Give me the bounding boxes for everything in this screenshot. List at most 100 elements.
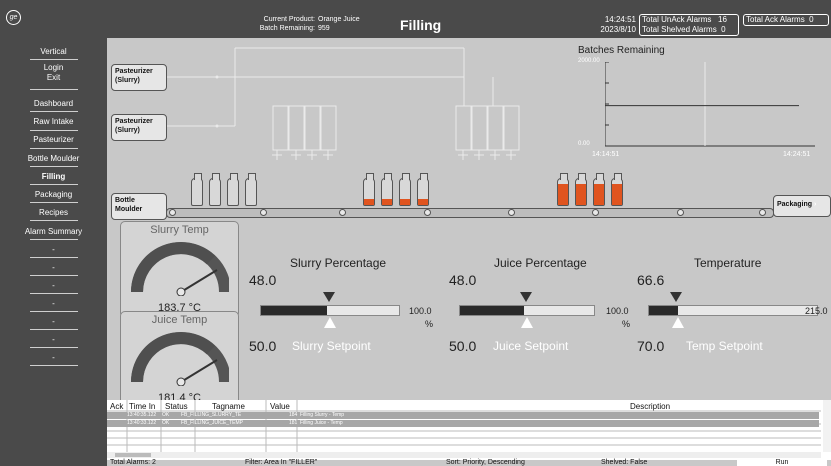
sidebar-item-raw-intake[interactable]: Raw Intake bbox=[0, 117, 107, 126]
bar-max: 100.0 bbox=[409, 306, 432, 316]
sidebar-item-placeholder[interactable]: - bbox=[0, 281, 107, 290]
setpoint-value: 70.0 bbox=[637, 338, 665, 354]
bar-title: Juice Percentage bbox=[494, 256, 587, 270]
ack-alarms-count: 0 bbox=[809, 15, 814, 24]
total-alarms: Total Alarms: 2 bbox=[110, 459, 156, 466]
setpoint-label[interactable]: Slurry Setpoint bbox=[292, 339, 371, 353]
login-button[interactable]: Login bbox=[0, 63, 107, 72]
trend-ymax: 2000.00 bbox=[578, 58, 600, 64]
sidebar: Vertical Login Exit Dashboard Raw Intake… bbox=[0, 38, 107, 466]
setpoint-value: 50.0 bbox=[449, 338, 477, 354]
sidebar-item-recipes[interactable]: Recipes bbox=[0, 208, 107, 217]
bar-setpoint-marker bbox=[521, 317, 533, 328]
page-title: Filling bbox=[400, 17, 442, 33]
row-time: 13:40:35.122 bbox=[127, 412, 157, 418]
ack-alarms-box[interactable]: Total Ack Alarms 0 bbox=[743, 14, 829, 26]
gauge-needle bbox=[180, 269, 218, 293]
bar-value: 48.0 bbox=[449, 272, 477, 288]
sidebar-item-placeholder[interactable]: - bbox=[0, 299, 107, 308]
conveyor-roller bbox=[592, 209, 599, 216]
trend-title: Batches Remaining bbox=[578, 45, 665, 56]
bar-value-marker bbox=[670, 292, 682, 302]
row-tag: FB_FILLING_JUICE_TEMP bbox=[181, 420, 243, 426]
bottle bbox=[611, 173, 623, 206]
bottle bbox=[245, 173, 257, 206]
table-row[interactable]: 13:40:33.122 OK FB_FILLING_JUICE_TEMP 18… bbox=[107, 420, 819, 427]
pasteurizer-slurry-2[interactable]: Pasteurizer (Slurry) bbox=[111, 114, 167, 141]
conveyor-roller bbox=[339, 209, 346, 216]
bottle bbox=[593, 173, 605, 206]
pasteurizer-slurry-1[interactable]: Pasteurizer (Slurry) bbox=[111, 64, 167, 91]
conveyor-roller bbox=[260, 209, 267, 216]
juice-temp-gauge[interactable]: Juice Temp 181.4 °C bbox=[120, 311, 239, 408]
slurry-temp-gauge[interactable]: Slurry Temp 183.7 °C bbox=[120, 221, 239, 318]
sidebar-item-filling[interactable]: Filling bbox=[0, 172, 107, 181]
sidebar-vertical[interactable]: Vertical bbox=[0, 47, 107, 56]
bar-value-marker bbox=[520, 292, 532, 302]
bottle bbox=[381, 173, 393, 206]
batch-remaining-label: Batch Remaining: bbox=[259, 25, 315, 32]
row-tag: FB_FILLING_SLURRY_TE bbox=[181, 412, 242, 418]
bar-value: 66.6 bbox=[637, 272, 665, 288]
gauge-dial bbox=[131, 332, 229, 386]
bar-max: 215.0 bbox=[805, 306, 828, 316]
setpoint-value: 50.0 bbox=[249, 338, 277, 354]
table-row[interactable]: 13:40:35.122 OK FB_FILLING_SLURRY_TE 184… bbox=[107, 412, 819, 419]
bottle bbox=[227, 173, 239, 206]
bottle-moulder-box[interactable]: Bottle Moulder bbox=[111, 193, 167, 220]
packaging-box[interactable]: Packaging › bbox=[773, 195, 831, 217]
bottle bbox=[417, 173, 429, 206]
bar-max: 100.0 bbox=[606, 306, 629, 316]
bar-setpoint-marker bbox=[672, 317, 684, 328]
conveyor-roller bbox=[169, 209, 176, 216]
bar-track bbox=[459, 305, 595, 316]
sidebar-item-placeholder[interactable]: - bbox=[0, 245, 107, 254]
bottle bbox=[363, 173, 375, 206]
trend-ymin: 0.00 bbox=[578, 141, 590, 147]
sidebar-item-dashboard[interactable]: Dashboard bbox=[0, 99, 107, 108]
conveyor-roller bbox=[424, 209, 431, 216]
batch-remaining-value: 959 bbox=[318, 25, 330, 32]
sidebar-item-bottle-moulder[interactable]: Bottle Moulder bbox=[0, 154, 107, 163]
clock-date: 2023/8/10 bbox=[600, 25, 636, 34]
sidebar-item-placeholder[interactable]: - bbox=[0, 317, 107, 326]
bar-track bbox=[648, 305, 818, 316]
unack-alarms-box[interactable]: Total UnAck Alarms 16 Total Shelved Alar… bbox=[639, 14, 739, 36]
shelved-text: Shelved: False bbox=[601, 459, 648, 466]
bar-unit: % bbox=[622, 319, 631, 329]
row-description: Filling Slurry - Temp bbox=[300, 412, 345, 418]
row-value: 184 bbox=[289, 412, 298, 418]
shelved-alarms-label: Total Shelved Alarms bbox=[642, 25, 717, 34]
bar-value: 48.0 bbox=[249, 272, 277, 288]
ge-logo-icon: ge bbox=[6, 10, 21, 25]
alarm-footer: Total Alarms: 2 Filter: Area In "FILLER"… bbox=[107, 459, 831, 466]
gauge-needle bbox=[180, 359, 218, 383]
sidebar-item-pasteurizer[interactable]: Pasteurizer bbox=[0, 135, 107, 144]
bar-title: Slurry Percentage bbox=[290, 256, 387, 270]
row-status: OK bbox=[162, 420, 170, 426]
ack-alarms-label: Total Ack Alarms bbox=[746, 15, 805, 24]
setpoint-label[interactable]: Temp Setpoint bbox=[686, 339, 763, 353]
bar-track bbox=[260, 305, 400, 316]
conveyor-roller bbox=[508, 209, 515, 216]
sidebar-item-packaging[interactable]: Packaging bbox=[0, 190, 107, 199]
run-button[interactable]: Run bbox=[737, 459, 827, 466]
bottle bbox=[209, 173, 221, 206]
bar-setpoint-marker bbox=[324, 317, 336, 328]
exit-button[interactable]: Exit bbox=[0, 73, 107, 82]
header-bar: ge Current Product: Batch Remaining: Ora… bbox=[0, 0, 831, 38]
gauge-title: Slurry Temp bbox=[150, 224, 209, 236]
sidebar-item-placeholder[interactable]: - bbox=[0, 335, 107, 344]
sidebar-item-placeholder[interactable]: - bbox=[0, 263, 107, 272]
trend-x-start: 14:14:51 bbox=[592, 151, 620, 158]
filter-text: Filter: Area In "FILLER" bbox=[245, 459, 318, 466]
trend-plot bbox=[605, 62, 815, 147]
sidebar-item-alarm-summary[interactable]: Alarm Summary bbox=[0, 227, 107, 236]
bar-unit: % bbox=[425, 319, 434, 329]
sidebar-item-placeholder[interactable]: - bbox=[0, 353, 107, 362]
alarm-table-grid bbox=[107, 400, 831, 458]
setpoint-label[interactable]: Juice Setpoint bbox=[493, 339, 568, 353]
gauge-dial bbox=[131, 242, 229, 296]
row-status: OK bbox=[162, 412, 170, 418]
bar-title: Temperature bbox=[694, 256, 762, 270]
